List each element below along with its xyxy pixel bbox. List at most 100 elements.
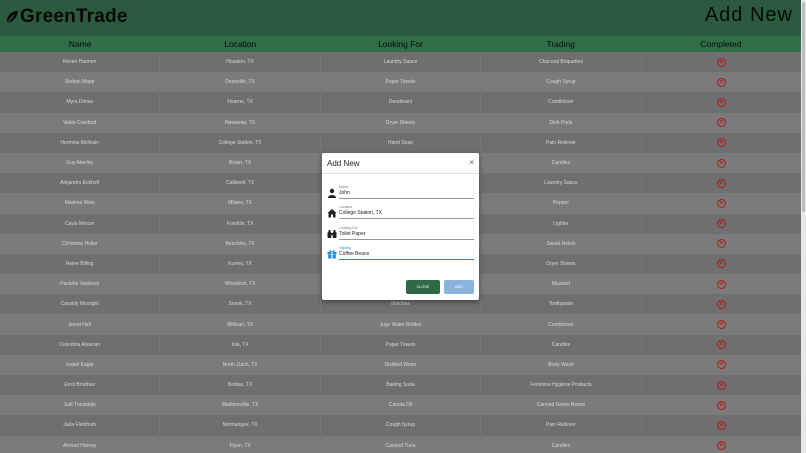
trading-underline [339, 259, 474, 260]
delete-circle-icon[interactable]: ✕ [716, 320, 726, 330]
name-field[interactable]: Name John [327, 185, 474, 200]
cell-looking-for: Canned Tuna [321, 435, 482, 453]
add-new-dialog: Add New × Name John Location College Sta… [322, 153, 479, 300]
cell-name: Cassidy Mccright [0, 294, 161, 315]
cell-location: Benchley, TX [160, 233, 321, 254]
cell-location: Kurten, TX [160, 253, 321, 275]
cell-looking-for: Cough Syrup [321, 415, 482, 436]
top-bar: GreenTrade Add New [0, 0, 801, 36]
cell-completed: ✕ [642, 314, 801, 334]
delete-circle-icon[interactable]: ✕ [716, 360, 726, 370]
cell-location: Millican, TX [160, 314, 321, 335]
delete-circle-icon[interactable]: ✕ [716, 178, 726, 188]
column-header-trading[interactable]: Trading [481, 36, 641, 52]
cell-completed: ✕ [642, 193, 801, 213]
location-field[interactable]: Location College Station, TX [327, 205, 474, 220]
looking-for-input[interactable]: Toilet Paper [339, 231, 474, 237]
page: GreenTrade Add New Name Location Looking… [0, 0, 801, 453]
cell-completed: ✕ [642, 173, 801, 193]
table-row: Keven Harmon Houston, TX Laundry Sauce Char… [0, 52, 801, 73]
cell-trading: Lighter [481, 213, 642, 234]
cell-looking-for: Laundry Sauce [321, 52, 482, 73]
location-underline [339, 218, 474, 219]
delete-circle-icon[interactable]: ✕ [716, 158, 726, 168]
delete-circle-icon[interactable]: ✕ [716, 219, 726, 229]
cell-looking-for: Paper Towels [321, 72, 482, 93]
close-icon[interactable]: × [469, 158, 474, 167]
column-header-completed[interactable]: Completed [641, 36, 801, 52]
table-row: Hermina McIlvain College Station, TX Hand … [0, 132, 801, 153]
delete-circle-icon[interactable]: ✕ [716, 198, 726, 208]
close-button[interactable]: CLOSE [406, 280, 440, 294]
cell-completed: ✕ [642, 375, 801, 395]
cell-trading: Candles [481, 435, 642, 453]
add-button[interactable]: ADD [444, 280, 474, 294]
add-new-button[interactable]: Add New [705, 4, 793, 27]
cell-completed: ✕ [642, 415, 801, 435]
trading-input[interactable]: Coffee Beans [339, 251, 474, 257]
cell-name: Guy Akerley [0, 152, 161, 174]
delete-circle-icon[interactable]: ✕ [716, 239, 726, 249]
delete-circle-icon[interactable]: ✕ [716, 420, 726, 430]
logo[interactable]: GreenTrade [5, 6, 128, 28]
cell-trading: Dryer Sheets [481, 253, 642, 275]
delete-circle-icon[interactable]: ✕ [716, 118, 726, 128]
brand-name: GreenTrade [20, 6, 128, 27]
delete-circle-icon[interactable]: ✕ [716, 299, 726, 309]
table-row: Celestina Alvarran Iola, TX Paper Towels Ca… [0, 334, 801, 355]
cell-location: College Station, TX [160, 132, 321, 153]
column-header-name[interactable]: Name [0, 36, 160, 52]
cell-trading: Feminine Hygiene Products [481, 375, 642, 396]
cell-name: Christene Hollar [0, 233, 161, 254]
trading-field[interactable]: Trading Coffee Beans [327, 246, 474, 261]
cell-looking-for: Jugs Water Bottles [321, 314, 482, 335]
location-input[interactable]: College Station, TX [339, 210, 474, 216]
cell-completed: ✕ [642, 355, 801, 375]
delete-circle-icon[interactable]: ✕ [716, 279, 726, 289]
delete-circle-icon[interactable]: ✕ [716, 77, 726, 87]
cell-name: Judi Trousdale [0, 395, 161, 416]
cell-name: Errol Brodnax [0, 375, 161, 396]
cell-trading: Laundry Sauce [481, 173, 642, 194]
cell-name: Reine Billing [0, 253, 161, 275]
cell-trading: Charcoal Briquettes [481, 52, 642, 73]
table-row: Valda Cranford Navasota, TX Dryer Sheets Di… [0, 112, 801, 133]
table-row: Stefani Mapp Deanville, TX Paper Towels Cou… [0, 72, 801, 93]
cell-trading: Canned Green Beans [481, 395, 642, 416]
delete-circle-icon[interactable]: ✕ [716, 259, 726, 269]
cell-location: Normangee, TX [160, 415, 321, 436]
dialog-divider [322, 173, 479, 174]
table-row: Isabel Eagle North Zulch, TX Distilled Wat… [0, 354, 801, 375]
delete-circle-icon[interactable]: ✕ [716, 400, 726, 410]
delete-circle-icon[interactable]: ✕ [716, 441, 726, 451]
delete-circle-icon[interactable]: ✕ [716, 97, 726, 107]
cell-completed: ✕ [642, 234, 801, 254]
cell-name: Maxima Weis [0, 193, 161, 214]
cell-name: Hermina McIlvain [0, 132, 161, 153]
cell-location: Caldwell, TX [160, 173, 321, 194]
cell-location: Franklin, TX [160, 213, 321, 234]
column-header-location[interactable]: Location [160, 36, 320, 52]
cell-name: Isabel Eagle [0, 354, 161, 375]
cell-location: Snook, TX [160, 294, 321, 315]
scrollbar-thumb[interactable] [802, 2, 805, 212]
delete-circle-icon[interactable]: ✕ [716, 380, 726, 390]
scrollbar[interactable] [801, 0, 806, 453]
name-input[interactable]: John [339, 190, 474, 196]
cell-looking-for: Distilled Water [321, 354, 482, 375]
cell-location: Wheelock, TX [160, 274, 321, 295]
cell-trading: Candles [481, 152, 642, 174]
delete-circle-icon[interactable]: ✕ [716, 57, 726, 67]
looking-for-field[interactable]: Looking For Toilet Paper [327, 226, 474, 241]
cell-location: Iola, TX [160, 334, 321, 355]
cell-name: Valda Cranford [0, 112, 161, 133]
delete-circle-icon[interactable]: ✕ [716, 138, 726, 148]
column-header-looking-for[interactable]: Looking For [320, 36, 480, 52]
cell-looking-for: Paper Towels [321, 334, 482, 355]
cell-trading: Mustard [481, 274, 642, 295]
person-icon [328, 188, 336, 198]
delete-circle-icon[interactable]: ✕ [716, 340, 726, 350]
trading-label: Trading [339, 246, 351, 250]
location-label: Location [339, 205, 353, 209]
cell-trading: Pain Reliever [481, 415, 642, 436]
